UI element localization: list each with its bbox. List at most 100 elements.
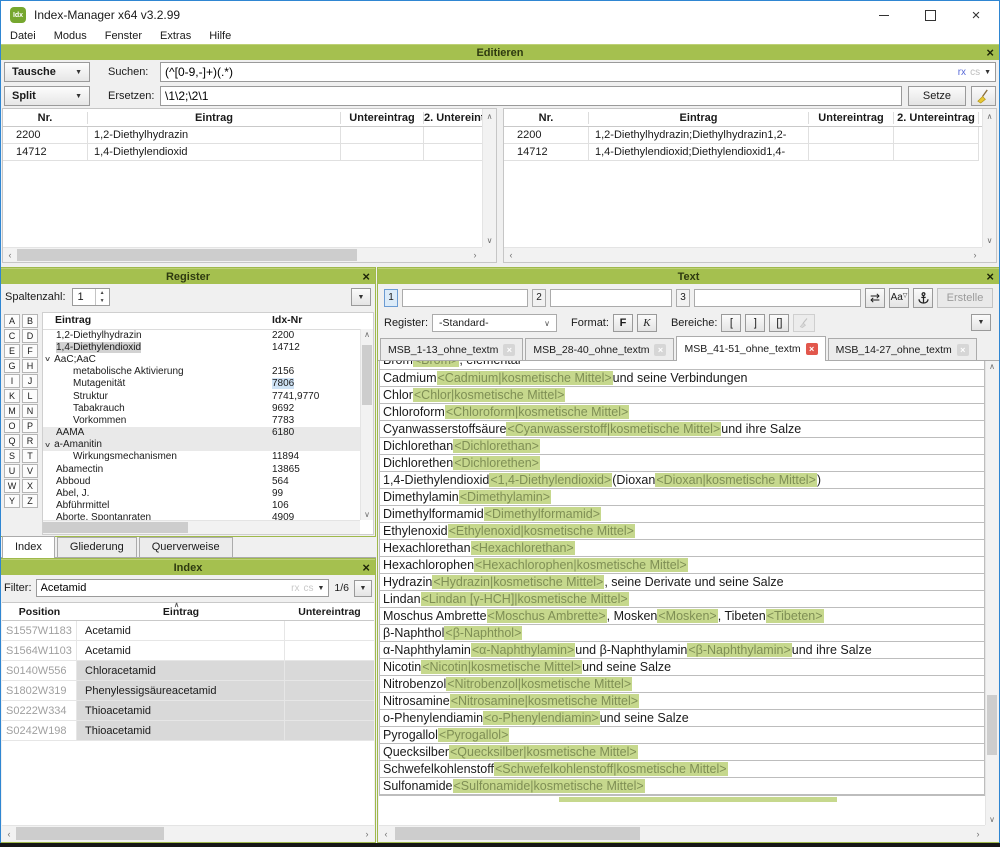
document-tab[interactable]: MSB_41-51_ohne_textm× [676, 336, 825, 361]
case-flag[interactable]: cs [303, 583, 313, 594]
index-row[interactable]: S1557W1183Acetamid [2, 621, 374, 641]
scroll-down-icon[interactable]: ∨ [983, 233, 996, 247]
close-button[interactable]: × [953, 1, 999, 29]
register-col-eintrag[interactable]: Eintrag [55, 314, 91, 326]
mode-split-dropdown[interactable]: Split ▼ [4, 86, 90, 106]
text-vertical-scrollbar[interactable]: ∧ ∨ [985, 361, 998, 825]
table-row[interactable]: 22001,2-Diethylhydrazin;Diethylhydrazin1… [504, 127, 982, 144]
scroll-thumb[interactable] [17, 249, 357, 261]
search-input[interactable] [160, 62, 996, 82]
column-header[interactable]: Eintrag [77, 606, 285, 618]
area-both-button[interactable]: [] [769, 314, 789, 332]
text-line[interactable]: Cyanwasserstoffsäure<Cyanwasserstoff|kos… [379, 420, 985, 438]
index-row[interactable]: S1564W1103Acetamid [2, 641, 374, 661]
area-close-button[interactable]: ] [745, 314, 765, 332]
horizontal-scrollbar[interactable]: ‹› [504, 247, 982, 262]
scroll-down-icon[interactable]: ∨ [483, 233, 496, 247]
tab-querverweise[interactable]: Querverweise [139, 537, 233, 557]
maximize-button[interactable] [907, 1, 953, 29]
text-line[interactable]: Nicotin<Nicotin|kosmetische Mittel> und … [379, 658, 985, 676]
column-header[interactable]: Nr. [504, 112, 589, 124]
document-tab[interactable]: MSB_14-27_ohne_textm× [828, 338, 977, 360]
document-tab[interactable]: MSB_28-40_ohne_textm× [525, 338, 674, 360]
register-row[interactable]: Tabakrauch9692 [43, 402, 360, 414]
register-close-icon[interactable]: × [362, 269, 370, 284]
regex-flag[interactable]: rx [291, 583, 299, 594]
register-row[interactable]: Abamectin13865 [43, 463, 360, 475]
letter-button-l[interactable]: L [22, 389, 38, 403]
tab-close-icon[interactable]: × [957, 344, 969, 356]
expander-icon[interactable]: ∨ [44, 355, 51, 363]
field-1-chip[interactable]: 1 [384, 289, 398, 307]
area-open-button[interactable]: [ [721, 314, 741, 332]
replace-input[interactable] [160, 86, 902, 106]
regex-flag[interactable]: rx [958, 67, 966, 78]
text-line[interactable]: Hexachlorethan<Hexachlorethan> [379, 539, 985, 557]
column-header[interactable]: Position [2, 606, 77, 618]
scroll-right-icon[interactable]: › [468, 250, 482, 260]
letter-button-n[interactable]: N [22, 404, 38, 418]
register-row[interactable]: Mutagenität7806 [43, 378, 360, 390]
scroll-left-icon[interactable]: ‹ [3, 250, 17, 260]
letter-button-d[interactable]: D [22, 329, 38, 343]
register-row[interactable]: 1,4-Diethylendioxid14712 [43, 341, 360, 353]
editieren-close-icon[interactable]: × [986, 45, 994, 60]
column-header[interactable]: Eintrag [589, 112, 809, 124]
column-header[interactable]: Nr. [3, 112, 88, 124]
register-row[interactable]: Abführmittel106 [43, 500, 360, 512]
scroll-thumb[interactable] [362, 345, 372, 405]
register-row[interactable]: Abel, J.99 [43, 487, 360, 499]
menu-item-datei[interactable]: Datei [1, 29, 45, 44]
scroll-thumb[interactable] [987, 695, 997, 755]
column-header[interactable]: Untereintrag [809, 112, 894, 124]
text-line[interactable]: Dichlorethen<Dichlorethen> [379, 454, 985, 472]
letter-button-z[interactable]: Z [22, 494, 38, 508]
text-line[interactable]: Cadmium<Cadmium|kosmetische Mittel> und … [379, 369, 985, 387]
letter-button-u[interactable]: U [4, 464, 20, 478]
text-line[interactable]: Nitrobenzol<Nitrobenzol|kosmetische Mitt… [379, 675, 985, 693]
column-header[interactable]: 2. Untereintrag [894, 112, 979, 124]
scroll-left-icon[interactable]: ‹ [2, 829, 16, 839]
letter-button-o[interactable]: O [4, 419, 20, 433]
scroll-up-icon[interactable]: ∧ [983, 109, 996, 123]
letter-button-p[interactable]: P [22, 419, 38, 433]
scroll-down-icon[interactable]: ∨ [986, 815, 998, 824]
text-line[interactable]: Nitrosamine<Nitrosamine|kosmetische Mitt… [379, 692, 985, 710]
index-horizontal-scrollbar[interactable]: ‹ › [2, 825, 374, 841]
text-search-input-3[interactable] [694, 289, 861, 307]
tab-close-icon[interactable]: × [654, 344, 666, 356]
register-row[interactable]: AAMA6180 [43, 427, 360, 439]
table-row[interactable]: 147121,4-Diethylendioxid;Diethylendioxid… [504, 144, 982, 161]
table-row[interactable]: 22001,2-Diethylhydrazin [3, 127, 482, 144]
letter-button-v[interactable]: V [22, 464, 38, 478]
scroll-thumb[interactable] [16, 827, 164, 840]
erstelle-button[interactable]: Erstelle [937, 288, 993, 308]
register-row[interactable]: 1,2-Diethylhydrazin2200 [43, 329, 360, 341]
search-history-icon[interactable]: ▼ [984, 69, 991, 76]
menu-item-modus[interactable]: Modus [45, 29, 96, 44]
column-header[interactable]: Untereintrag [341, 112, 424, 124]
letter-button-r[interactable]: R [22, 434, 38, 448]
letter-button-a[interactable]: A [4, 314, 20, 328]
tab-close-icon[interactable]: × [503, 344, 515, 356]
register-select[interactable]: -Standard- ∨ [432, 314, 557, 332]
register-col-idxnr[interactable]: Idx-Nr [272, 314, 302, 326]
scroll-thumb[interactable] [395, 827, 640, 840]
register-row[interactable]: metabolische Aktivierung2156 [43, 366, 360, 378]
letter-button-w[interactable]: W [4, 479, 20, 493]
anchor-button[interactable] [913, 288, 933, 308]
horizontal-scrollbar[interactable]: ‹› [3, 247, 482, 262]
letter-button-c[interactable]: C [4, 329, 20, 343]
clear-button[interactable] [971, 86, 996, 106]
register-dropdown-button[interactable]: ▼ [351, 288, 371, 306]
text-line[interactable]: α-Naphthylamin<α-Naphthylamin> und β-Nap… [379, 641, 985, 659]
letter-button-g[interactable]: G [4, 359, 20, 373]
index-row[interactable]: S0222W334Thioacetamid [2, 701, 374, 721]
case-flag[interactable]: cs [970, 67, 980, 78]
text-content[interactable]: Brom<Brom>, elementarCadmium<Cadmium|kos… [379, 361, 985, 825]
text-line[interactable]: Ethylenoxid<Ethylenoxid|kosmetische Mitt… [379, 522, 985, 540]
table-row[interactable]: 147121,4-Diethylendioxid [3, 144, 482, 161]
text-line[interactable]: Sulfonamide<Sulfonamide|kosmetische Mitt… [379, 777, 985, 795]
vertical-scrollbar[interactable]: ∧∨ [982, 109, 996, 247]
letter-button-j[interactable]: J [22, 374, 38, 388]
